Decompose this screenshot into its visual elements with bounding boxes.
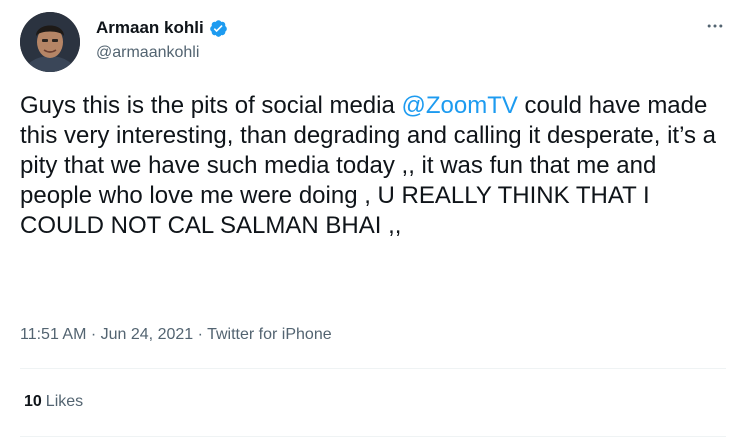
author-handle[interactable]: @armaankohli bbox=[96, 44, 199, 62]
tweet-time[interactable]: 11:51 AM bbox=[20, 326, 86, 343]
divider bbox=[20, 368, 726, 369]
more-options-icon bbox=[707, 24, 723, 28]
author-name-row[interactable]: Armaan kohli bbox=[96, 18, 228, 38]
display-name[interactable]: Armaan kohli bbox=[96, 18, 204, 38]
avatar-photo-icon bbox=[20, 12, 80, 72]
verified-badge-icon bbox=[209, 19, 228, 38]
tweet-meta: 11:51 AM · Jun 24, 2021 · Twitter for iP… bbox=[20, 326, 332, 344]
meta-separator: · bbox=[86, 326, 101, 343]
likes-label: Likes bbox=[45, 393, 84, 410]
likes-count: 10 bbox=[24, 393, 42, 410]
more-options-button[interactable] bbox=[703, 14, 727, 38]
tweet-date[interactable]: Jun 24, 2021 bbox=[101, 326, 194, 343]
meta-separator: · bbox=[193, 326, 208, 343]
mention-link[interactable]: @ZoomTV bbox=[402, 92, 518, 119]
tweet-card: Armaan kohli @armaankohli Guys this is t… bbox=[0, 0, 746, 439]
tweet-text: Guys this is the pits of social media @Z… bbox=[20, 91, 730, 241]
divider bbox=[20, 436, 726, 437]
tweet-text-part: Guys this is the pits of social media bbox=[20, 92, 402, 119]
likes-link[interactable]: 10 Likes bbox=[24, 393, 83, 411]
avatar[interactable] bbox=[20, 12, 80, 72]
tweet-source[interactable]: Twitter for iPhone bbox=[207, 326, 332, 343]
